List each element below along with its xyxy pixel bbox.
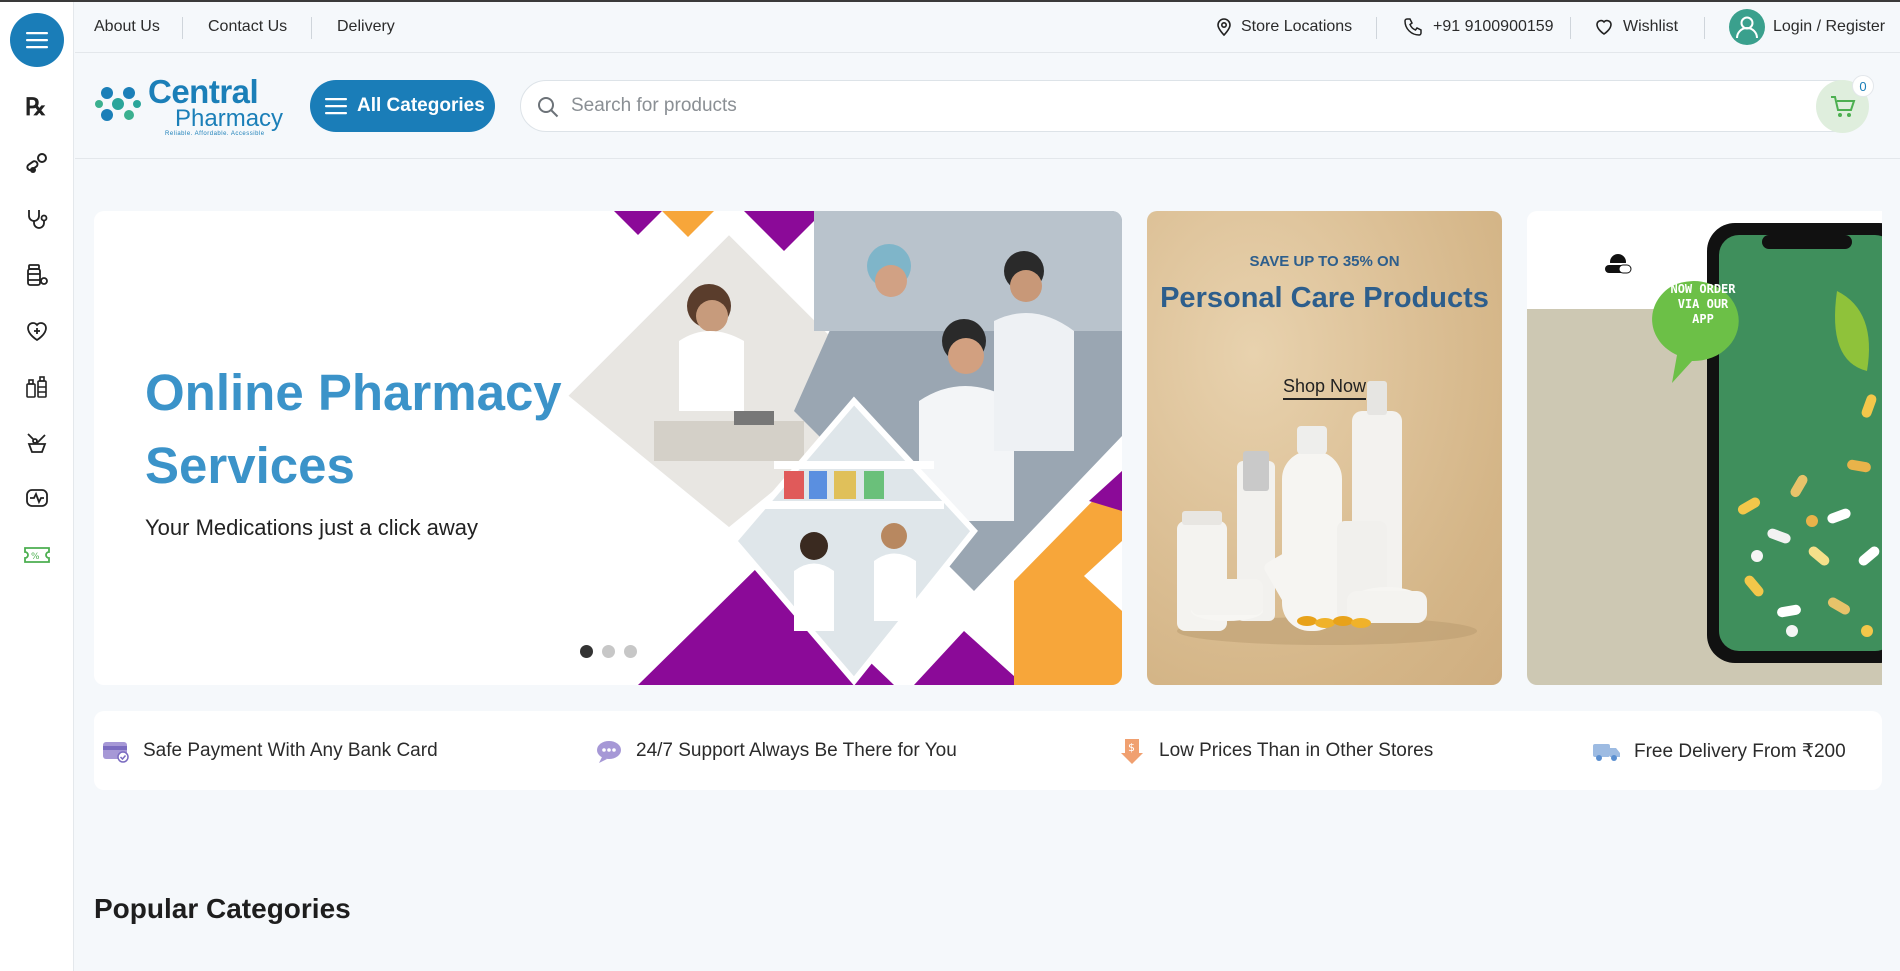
app-download-promo-card[interactable]: NOW ORDER VIA OUR APP	[1527, 211, 1882, 685]
svg-text:$: $	[1128, 741, 1135, 754]
central-pharmacy-logo[interactable]: Central Pharmacy Reliable. Affordable. A…	[95, 73, 283, 139]
app-order-badge: NOW ORDER VIA OUR APP	[1670, 282, 1736, 326]
bottles-icon[interactable]	[23, 373, 51, 401]
feature-text: Safe Payment With Any Bank Card	[143, 740, 438, 761]
all-categories-button[interactable]: All Categories	[310, 80, 495, 132]
feature-text: 24/7 Support Always Be There for You	[636, 740, 957, 761]
hero-title: Online Pharmacy Services	[145, 364, 562, 494]
delivery-link[interactable]: Delivery	[337, 18, 395, 36]
support-chat-icon	[597, 741, 621, 763]
personal-care-products-image	[1177, 381, 1477, 645]
hero-banner[interactable]: Online Pharmacy Services Your Medication…	[94, 211, 1122, 685]
menu-toggle-button[interactable]	[10, 13, 64, 67]
stethoscope-icon[interactable]	[23, 205, 51, 233]
hero-subtitle: Your Medications just a click away	[145, 515, 479, 540]
heart-icon	[1596, 19, 1612, 35]
feature-text: Free Delivery From ₹200	[1634, 740, 1846, 762]
heart-care-icon[interactable]	[23, 317, 51, 345]
all-categories-label: All Categories	[357, 95, 485, 116]
divider	[311, 17, 312, 39]
features-strip: Safe Payment With Any Bank Card 24/7 Sup…	[94, 711, 1882, 790]
hamburger-icon	[325, 98, 347, 115]
wishlist-link[interactable]: Wishlist	[1623, 18, 1678, 36]
logo-subtitle: Pharmacy	[175, 105, 284, 132]
carousel-dot-1[interactable]	[580, 645, 593, 658]
pills-icon[interactable]	[23, 149, 51, 177]
price-tag-icon: $	[1121, 739, 1143, 764]
card-icon	[103, 742, 129, 763]
user-avatar-icon[interactable]	[1729, 9, 1765, 45]
login-register-link[interactable]: Login / Register	[1773, 18, 1885, 36]
discount-ticket-icon[interactable]: %	[23, 541, 51, 569]
feature-support: 24/7 Support Always Be There for You	[594, 737, 957, 765]
delivery-truck-icon	[1593, 744, 1620, 761]
feature-text: Low Prices Than in Other Stores	[1159, 740, 1434, 761]
contact-us-link[interactable]: Contact Us	[208, 18, 287, 36]
phone-number-link[interactable]: +91 9100900159	[1433, 18, 1554, 36]
logo-tagline: Reliable. Affordable. Accessible	[165, 131, 265, 137]
prescription-icon[interactable]: ℞	[23, 93, 51, 121]
logo-mark-icon	[95, 87, 141, 121]
carousel-dots	[580, 645, 637, 658]
divider	[1570, 17, 1571, 39]
search-input[interactable]	[571, 91, 1841, 121]
medicine-bottle-icon[interactable]	[23, 261, 51, 289]
carousel-dot-3[interactable]	[624, 645, 637, 658]
carousel-dot-2[interactable]	[602, 645, 615, 658]
cart-count-badge: 0	[1852, 75, 1874, 97]
store-locations-link[interactable]: Store Locations	[1241, 18, 1352, 36]
search-icon	[538, 97, 559, 118]
svg-text:℞: ℞	[25, 94, 47, 120]
about-us-link[interactable]: About Us	[94, 18, 160, 36]
svg-text:%: %	[31, 552, 40, 562]
divider	[182, 17, 183, 39]
divider	[1376, 17, 1377, 39]
hamburger-icon	[26, 32, 48, 49]
feature-low-prices: $ Low Prices Than in Other Stores	[1117, 737, 1433, 765]
shopping-cart-icon	[1830, 95, 1855, 117]
left-sidebar: ℞ %	[0, 2, 74, 971]
popular-categories-heading: Popular Categories	[94, 893, 351, 924]
feature-safe-payment: Safe Payment With Any Bank Card	[101, 737, 438, 765]
main-header: Central Pharmacy Reliable. Affordable. A…	[75, 53, 1900, 159]
divider	[1704, 17, 1705, 39]
mortar-pestle-icon[interactable]	[23, 429, 51, 457]
feature-free-delivery: Free Delivery From ₹200	[1592, 737, 1846, 765]
monitor-pulse-icon[interactable]	[23, 485, 51, 513]
personal-care-promo-card[interactable]: SAVE UP TO 35% ON Personal Care Products…	[1147, 211, 1502, 685]
top-bar: About Us Contact Us Delivery Store Locat…	[75, 2, 1900, 53]
location-pin-icon	[1217, 18, 1231, 37]
search-bar	[520, 80, 1867, 132]
phone-icon	[1404, 18, 1422, 36]
